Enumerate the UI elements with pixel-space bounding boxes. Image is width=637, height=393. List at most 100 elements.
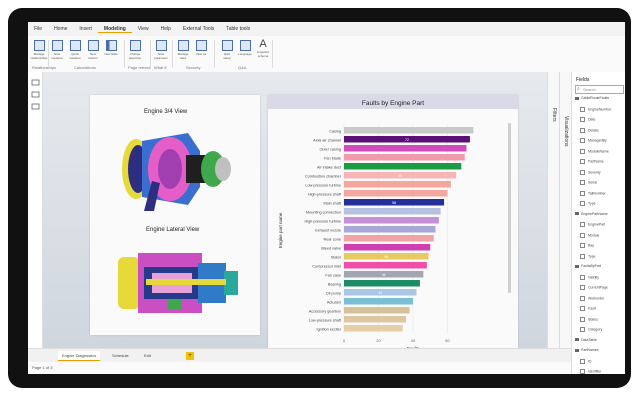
menu-item-modeling[interactable]: Modeling xyxy=(97,26,132,33)
ribbon-group-label: Page refresh xyxy=(128,65,151,70)
checkbox-icon[interactable] xyxy=(580,295,585,301)
ribbon-button-view-as[interactable]: View as xyxy=(194,40,208,66)
field-table-item[interactable]: CableRouteFaults xyxy=(575,96,609,100)
ribbon-button-new-column[interactable]: New column xyxy=(86,40,100,66)
report-view-icon[interactable] xyxy=(30,78,44,118)
page-tabs: Engine Diagnostics Schedule Edit xyxy=(28,348,571,363)
field-item[interactable]: Type xyxy=(580,201,596,206)
field-item[interactable]: TailNumber xyxy=(580,190,606,196)
checkbox-icon[interactable] xyxy=(580,138,585,143)
faults-by-engine-part-chart[interactable]: Faults by Engine Part 0 20 40 60 Casing Axial … xyxy=(268,95,518,351)
ribbon-button-manage-roles[interactable]: Manage roles xyxy=(176,40,190,66)
field-item[interactable]: Bay xyxy=(580,243,594,248)
field-item[interactable]: ManagedBy xyxy=(580,138,607,143)
fields-search-input[interactable]: ⌕ Search xyxy=(575,85,624,94)
bar-data-label: 46 xyxy=(382,273,386,277)
checkbox-icon[interactable] xyxy=(580,127,585,133)
checkbox-icon[interactable] xyxy=(580,232,585,238)
checkbox-icon[interactable] xyxy=(580,369,585,374)
checkbox-icon[interactable] xyxy=(580,190,585,196)
ribbon-button-quick-measure[interactable]: Quick measure xyxy=(68,40,82,66)
ribbon-button-change-detection[interactable]: Change detection xyxy=(128,40,142,66)
checkbox-icon[interactable] xyxy=(580,274,585,280)
field-name: EnginePartName xyxy=(581,211,608,216)
ribbon-button-language[interactable]: Language xyxy=(238,40,252,66)
engine-images-card[interactable]: Engine 3/4 View Engine Lateral View xyxy=(90,95,260,335)
field-item[interactable]: ID xyxy=(580,358,592,364)
ribbon-button-linguistic-schema[interactable]: A Linguistic schema xyxy=(256,39,270,66)
menu-item-external-tools[interactable]: External Tools xyxy=(177,26,220,32)
field-table-item[interactable]: DataTable xyxy=(575,338,597,342)
checkbox-icon[interactable] xyxy=(580,106,585,112)
menu-item-table-tools[interactable]: Table tools xyxy=(220,26,256,32)
engine-lateral-view-title: Engine Lateral View xyxy=(146,227,200,233)
ribbon-separator xyxy=(214,40,215,68)
field-item[interactable]: Category xyxy=(580,327,602,332)
field-item[interactable]: Fault xyxy=(580,306,596,311)
ribbon-button-q-a-setup[interactable]: Q&A setup xyxy=(220,40,234,66)
field-item[interactable]: Identifier xyxy=(580,369,601,374)
field-item[interactable]: Module xyxy=(580,232,599,238)
checkbox-icon[interactable] xyxy=(580,316,585,322)
field-name: PartName xyxy=(588,159,604,164)
field-item[interactable]: Details xyxy=(580,127,599,133)
ribbon-button-label: New parameter xyxy=(154,52,168,60)
field-item[interactable]: Serial xyxy=(580,180,597,185)
filters-label[interactable]: Filters xyxy=(551,108,557,122)
field-item[interactable]: Status xyxy=(580,316,598,322)
field-item[interactable]: Severity xyxy=(580,169,601,175)
page-tab-schedule[interactable]: Schedule xyxy=(108,351,133,360)
field-item[interactable]: Workorder xyxy=(580,295,604,301)
field-item[interactable]: ModuleName xyxy=(580,148,609,154)
bar-data-label: 42 xyxy=(378,291,382,295)
checkbox-icon[interactable] xyxy=(580,243,585,248)
checkbox-icon[interactable] xyxy=(580,169,585,175)
ribbon-button-manage-relationships[interactable]: Manage relationships xyxy=(31,40,47,66)
field-table-item[interactable]: FaultsByPart xyxy=(575,264,601,268)
checkbox-icon[interactable] xyxy=(580,180,585,185)
checkbox-icon[interactable] xyxy=(580,201,585,206)
checkbox-icon[interactable] xyxy=(580,117,585,122)
add-page-button[interactable]: + xyxy=(186,352,194,360)
field-item[interactable]: EnginePart xyxy=(580,222,605,227)
menu-item-view[interactable]: View xyxy=(132,26,155,32)
y-tick-label: Combustion chamber xyxy=(305,175,342,179)
page-tab-engine-diagnostics[interactable]: Engine Diagnostics xyxy=(58,351,101,361)
y-tick-label: Axial air channel xyxy=(313,139,341,143)
x-tick-label: 40 xyxy=(411,338,416,343)
table-icon xyxy=(575,264,579,268)
chart-scrollbar[interactable] xyxy=(508,123,511,293)
ribbon-button-new-parameter[interactable]: New parameter xyxy=(154,40,168,66)
menu-item-insert[interactable]: Insert xyxy=(73,26,98,32)
field-item[interactable]: Type xyxy=(580,253,596,259)
field-item[interactable]: Validity xyxy=(580,274,599,280)
field-item[interactable]: PartName xyxy=(580,159,604,164)
field-item[interactable]: CurrentPage xyxy=(580,285,608,290)
menu-item-file[interactable]: File xyxy=(28,26,48,32)
faults-chart-card[interactable]: Faults by Engine Part 0 20 40 60 Casing Axial … xyxy=(268,95,518,351)
checkbox-icon[interactable] xyxy=(580,148,585,154)
checkbox-icon[interactable] xyxy=(580,285,585,290)
checkbox-icon[interactable] xyxy=(580,159,585,164)
checkbox-icon[interactable] xyxy=(580,306,585,311)
checkbox-icon[interactable] xyxy=(580,327,585,332)
field-table-item[interactable]: EnginePartName xyxy=(575,212,608,216)
y-tick-label: Actuator xyxy=(327,301,342,305)
field-table-item[interactable]: PartNames xyxy=(575,348,599,352)
ribbon-button-new-table[interactable]: New table xyxy=(104,40,118,66)
chart-title: Faults by Engine Part xyxy=(362,100,424,107)
checkbox-icon[interactable] xyxy=(580,222,585,227)
menu-item-home[interactable]: Home xyxy=(48,26,73,32)
field-item[interactable]: EngineNumber xyxy=(580,106,611,112)
ribbon-button-new-measure[interactable]: New measure xyxy=(50,40,64,66)
checkbox-icon[interactable] xyxy=(580,358,585,364)
visualizations-label[interactable]: Visualizations xyxy=(563,116,569,146)
page-tab-edit[interactable]: Edit xyxy=(140,351,155,360)
bar-data-label: 72 xyxy=(405,138,409,142)
menu-item-help[interactable]: Help xyxy=(155,26,177,32)
checkbox-icon[interactable] xyxy=(580,253,585,259)
calculator-icon xyxy=(69,40,81,51)
search-placeholder: Search xyxy=(583,87,596,92)
field-item[interactable]: Date xyxy=(580,117,595,122)
y-tick-label: Fan case xyxy=(325,274,341,278)
